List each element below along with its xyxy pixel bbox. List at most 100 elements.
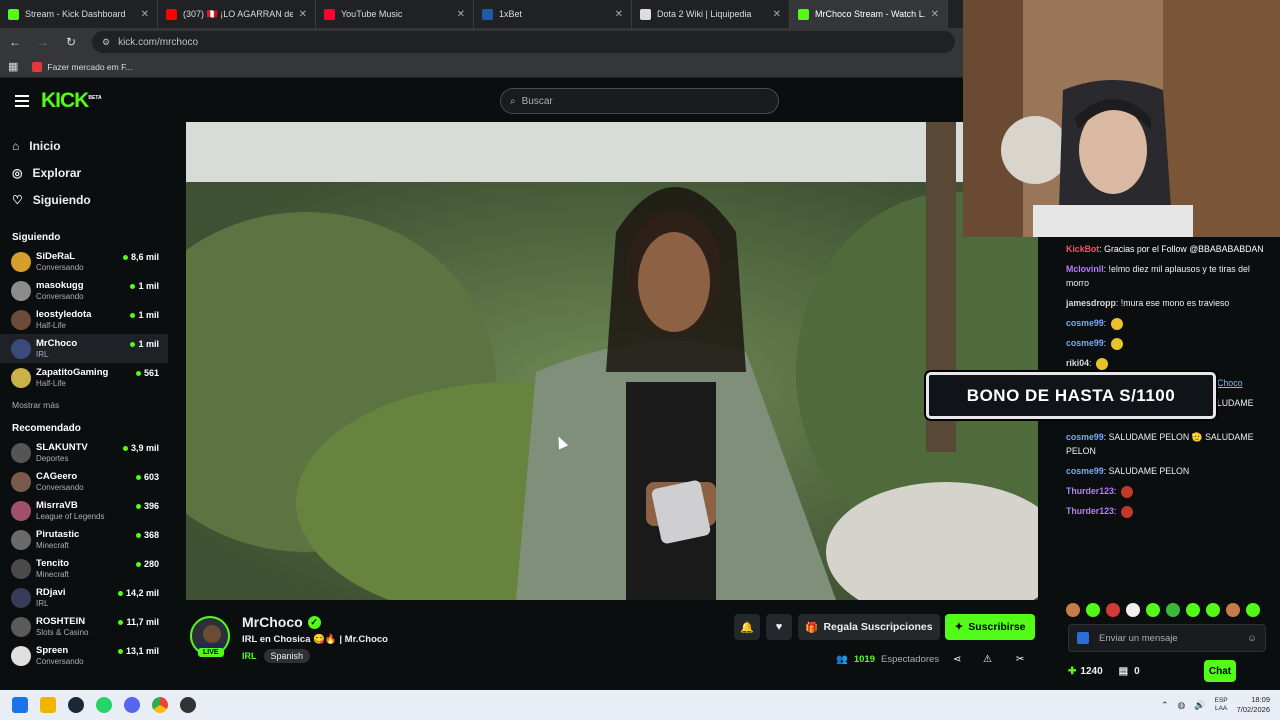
- emote-icon[interactable]: [1106, 603, 1120, 617]
- channel-name: Tencito: [36, 557, 70, 569]
- chat-username[interactable]: cosme99: [1066, 318, 1104, 328]
- chat-input[interactable]: Enviar un mensaje ☺: [1068, 624, 1266, 652]
- tab-close-icon[interactable]: ✕: [615, 9, 623, 20]
- chat-username[interactable]: KickBot: [1066, 244, 1099, 254]
- emote-icon[interactable]: [1226, 603, 1240, 617]
- channel-item[interactable]: SLAKUNTV Deportes 3,9 mil: [0, 438, 168, 467]
- emote-icon[interactable]: [1126, 603, 1140, 617]
- bookmark-item[interactable]: Fazer mercado em F...: [32, 61, 132, 72]
- chat-username[interactable]: cosme99: [1066, 432, 1104, 442]
- chrome-icon[interactable]: [152, 697, 168, 713]
- language-tag[interactable]: Spanish: [263, 649, 311, 663]
- follow-heart-icon[interactable]: ♥: [766, 614, 792, 640]
- gift-subs-button[interactable]: 🎁 Regala Suscripciones: [798, 614, 940, 640]
- tab-close-icon[interactable]: ✕: [773, 9, 781, 20]
- chat-username[interactable]: riki04: [1066, 358, 1089, 368]
- emote-icon[interactable]: [1206, 603, 1220, 617]
- channel-item[interactable]: Pirutastic Minecraft 368: [0, 525, 168, 554]
- channel-item[interactable]: SiDeRaL Conversando 8,6 mil: [0, 247, 168, 276]
- forward-icon[interactable]: →: [36, 35, 50, 49]
- menu-icon[interactable]: [15, 95, 29, 107]
- emoji-picker-icon[interactable]: ☺: [1247, 633, 1257, 644]
- channel-item[interactable]: leostyledota Half-Life 1 mil: [0, 305, 168, 334]
- emote-icon[interactable]: [1246, 603, 1260, 617]
- emote-icon[interactable]: [1086, 603, 1100, 617]
- store-icon[interactable]: ▤: [1119, 666, 1128, 677]
- points-count[interactable]: 1240: [1080, 666, 1102, 677]
- emote-icon[interactable]: [1166, 603, 1180, 617]
- emote-icon[interactable]: [1066, 603, 1080, 617]
- browser-tab[interactable]: (307) 🇵🇪 ¡LO AGARRAN de PIÑ... ✕: [158, 0, 316, 28]
- sidebar-nav-explorar[interactable]: ◎ Explorar: [12, 159, 156, 186]
- search-input[interactable]: ⌕ Buscar: [500, 88, 779, 114]
- video-player[interactable]: [186, 122, 1038, 600]
- chat-username[interactable]: Thurder123: [1066, 486, 1114, 496]
- apps-icon[interactable]: ▦: [8, 60, 18, 73]
- tray-chevron-icon[interactable]: ⌃: [1161, 700, 1169, 711]
- channel-item[interactable]: MrChoco IRL 1 mil: [0, 334, 168, 363]
- channel-item[interactable]: Spreen Conversando 13,1 mil: [0, 641, 168, 670]
- chat-username[interactable]: jamesdropp: [1066, 298, 1116, 308]
- sidebar-nav-inicio[interactable]: ⌂ Inicio: [12, 132, 156, 159]
- chat-username[interactable]: cosme99: [1066, 466, 1104, 476]
- language-indicator[interactable]: ESP LAA: [1215, 697, 1228, 713]
- windows-start-icon[interactable]: [12, 697, 28, 713]
- channel-avatar: [11, 587, 31, 608]
- star-icon: ✦: [954, 621, 964, 633]
- reload-icon[interactable]: ↻: [64, 35, 78, 49]
- show-more-link[interactable]: Mostrar más: [0, 392, 168, 418]
- stream-meta: IRL Spanish: [242, 649, 311, 663]
- channel-item[interactable]: masokugg Conversando 1 mil: [0, 276, 168, 305]
- channel-item[interactable]: RDjavi IRL 14,2 mil: [0, 583, 168, 612]
- channel-item[interactable]: Tencito Minecraft 280: [0, 554, 168, 583]
- browser-tab[interactable]: Stream - Kick Dashboard ✕: [0, 0, 158, 28]
- channel-item[interactable]: ZapatitoGaming Half-Life 561: [0, 363, 168, 392]
- emote-icon[interactable]: [1146, 603, 1160, 617]
- subscribe-button[interactable]: ✦ Suscribirse: [945, 614, 1035, 640]
- clock[interactable]: 18:09 7/02/2026: [1237, 695, 1270, 715]
- browser-tab[interactable]: MrChoco Stream - Watch L... ✕: [790, 0, 948, 28]
- tab-close-icon[interactable]: ✕: [299, 9, 307, 20]
- stream-category[interactable]: IRL: [242, 651, 257, 661]
- url-field[interactable]: ⚙ kick.com/mrchoco: [92, 31, 955, 53]
- emote-icon[interactable]: [1186, 603, 1200, 617]
- clip-icon[interactable]: ✂: [1016, 654, 1024, 665]
- whatsapp-icon[interactable]: [96, 697, 112, 713]
- chat-username[interactable]: Thurder123: [1066, 506, 1114, 516]
- site-header: KICKBETA ⌕ Buscar: [0, 80, 963, 122]
- sidebar-nav-siguiendo[interactable]: ♡ Siguiendo: [12, 186, 156, 213]
- search-placeholder: Buscar: [521, 95, 553, 107]
- channel-item[interactable]: CAGeero Conversando 603: [0, 467, 168, 496]
- chat-send-button[interactable]: Chat: [1204, 660, 1236, 682]
- bookmarks-bar: ▦ Fazer mercado em F...: [0, 56, 963, 78]
- browser-tab[interactable]: YouTube Music ✕: [316, 0, 474, 28]
- channel-avatar: [11, 500, 31, 521]
- notification-bell-icon[interactable]: 🔔: [734, 614, 760, 640]
- channel-item[interactable]: ROSHTEIN Slots & Casino 11,7 mil: [0, 612, 168, 641]
- browser-tab[interactable]: Dota 2 Wiki | Liquipedia ✕: [632, 0, 790, 28]
- chat-username[interactable]: cosme99: [1066, 338, 1104, 348]
- site-info-icon[interactable]: ⚙: [102, 37, 110, 48]
- chat-message: cosme99: SALUDAME PELON: [1066, 466, 1190, 476]
- back-icon[interactable]: ←: [8, 35, 22, 49]
- channel-name: Spreen: [36, 644, 69, 656]
- chat-username[interactable]: Mclovinll: [1066, 264, 1104, 274]
- browser-tab[interactable]: 1xBet ✕: [474, 0, 632, 28]
- discord-icon[interactable]: [124, 697, 140, 713]
- tab-title: (307) 🇵🇪 ¡LO AGARRAN de PIÑ...: [183, 8, 293, 19]
- streamer-name[interactable]: MrChoco ✓: [242, 614, 321, 630]
- volume-icon[interactable]: 🔊: [1194, 700, 1205, 711]
- steam-icon[interactable]: [68, 697, 84, 713]
- channel-name: ZapatitoGaming: [36, 366, 109, 378]
- kick-logo[interactable]: KICKBETA: [41, 89, 102, 113]
- report-icon[interactable]: ⚠: [983, 654, 992, 665]
- obs-icon[interactable]: [180, 697, 196, 713]
- tab-close-icon[interactable]: ✕: [931, 9, 939, 20]
- tab-close-icon[interactable]: ✕: [141, 9, 149, 20]
- file-explorer-icon[interactable]: [40, 697, 56, 713]
- tab-close-icon[interactable]: ✕: [457, 9, 465, 20]
- share-icon[interactable]: ⋖: [953, 654, 961, 665]
- channel-name: masokugg: [36, 279, 84, 291]
- network-icon[interactable]: ◍: [1178, 700, 1186, 711]
- channel-item[interactable]: MisrraVB League of Legends 396: [0, 496, 168, 525]
